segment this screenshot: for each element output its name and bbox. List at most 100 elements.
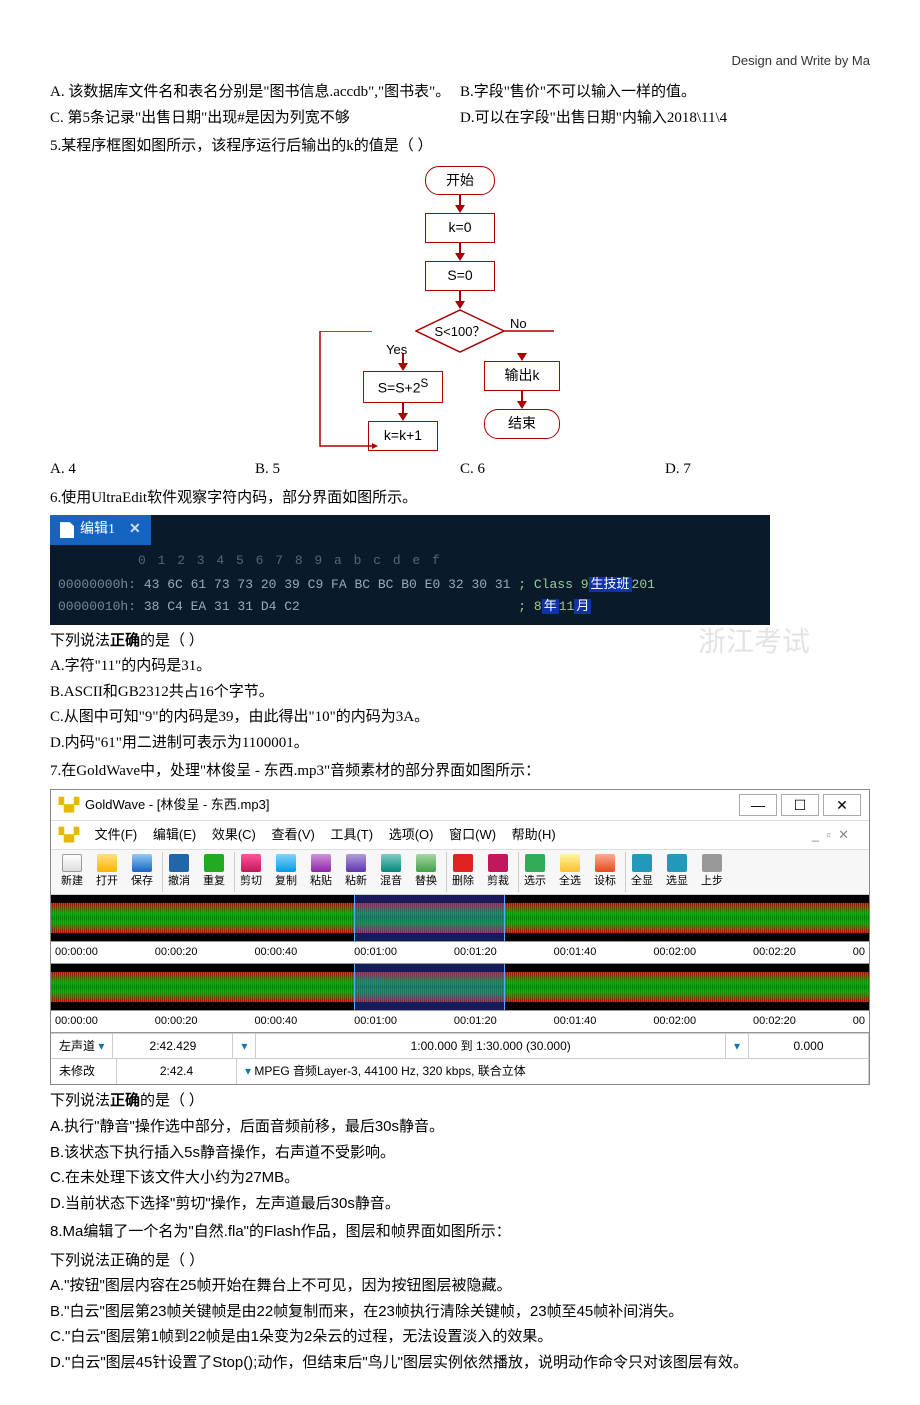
menu-file[interactable]: 文件(F) [95, 827, 138, 842]
q8-a: A."按钮"图层内容在25帧开始在舞台上不可见，因为按钮图层被隐藏。 [50, 1273, 870, 1299]
tb-zf[interactable]: 全显 [625, 852, 659, 893]
waveform-left[interactable] [51, 895, 869, 941]
q5-b: B. 5 [255, 457, 460, 483]
q4-options-2: C. 第5条记录"出售日期"出现#是因为列宽不够 D.可以在字段"出售日期"内输… [50, 106, 870, 132]
tb-rep[interactable]: 替换 [409, 852, 443, 893]
menu-fx[interactable]: 效果(C) [212, 827, 256, 842]
select-all-icon [560, 854, 580, 872]
close-button[interactable]: ✕ [823, 794, 861, 816]
zoom-prev-icon [702, 854, 722, 872]
q7-a: A.执行"静音"操作选中部分，后面音频前移，最后30s静音。 [50, 1114, 870, 1140]
timeline-1: 00:00:0000:00:2000:00:4000:01:0000:01:20… [51, 941, 869, 964]
goldwave-window: ▚▞ GoldWave - [林俊呈 - 东西.mp3] — ☐ ✕ ▚▞ 文件… [50, 789, 870, 1085]
zoom-full-icon [632, 854, 652, 872]
ue-line-1: 00000000h: 43 6C 61 73 73 20 39 C9 FA BC… [50, 574, 770, 596]
q6-c: C.从图中可知"9"的内码是39，由此得出"10"的内码为3A。 [50, 705, 870, 731]
q8-stem: 8.Ma编辑了一个名为"自然.fla"的Flash作品，图层和帧界面如图所示： [50, 1219, 870, 1245]
goldwave-icon: ▚▞ [59, 827, 79, 842]
page-header: Design and Write by Ma [50, 50, 870, 72]
q5-a: A. 4 [50, 457, 255, 483]
fc-out: 输出k [484, 361, 560, 391]
menu-win[interactable]: 窗口(W) [449, 827, 496, 842]
tb-pnew[interactable]: 粘新 [339, 852, 373, 893]
q8-d: D."白云"图层45针设置了Stop();动作，但结束后"鸟儿"图层实例依然播放… [50, 1350, 870, 1376]
waveform-right[interactable] [51, 964, 869, 1010]
goldwave-icon: ▚▞ [59, 794, 79, 816]
fc-k0: k=0 [425, 213, 495, 243]
ue-ruler: 0 1 2 3 4 5 6 7 8 9 a b c d e f [50, 546, 770, 574]
fc-end: 结束 [484, 409, 560, 439]
tb-all[interactable]: 全选 [553, 852, 587, 893]
q7-b: B.该状态下执行插入5s静音操作，右声道不受影响。 [50, 1140, 870, 1166]
opt-d: D.可以在字段"出售日期"内输入2018\11\4 [460, 106, 870, 132]
save-icon [132, 854, 152, 872]
delete-icon [453, 854, 473, 872]
q6-d: D.内码"61"用二进制可表示为1100001。 [50, 731, 870, 757]
undo-icon [169, 854, 189, 872]
marker-icon [595, 854, 615, 872]
menu-tool[interactable]: 工具(T) [330, 827, 373, 842]
menu-view[interactable]: 查看(V) [272, 827, 315, 842]
q7-stem: 7.在GoldWave中，处理"林俊呈 - 东西.mp3"音频素材的部分界面如图… [50, 759, 870, 785]
flowchart: 开始 k=0 S=0 S<100？ No Yes S=S+2S k=k+1 输出… [320, 166, 600, 452]
q5-c: C. 6 [460, 457, 665, 483]
gw-titlebar: ▚▞ GoldWave - [林俊呈 - 东西.mp3] — ☐ ✕ [51, 790, 869, 821]
menu-help[interactable]: 帮助(H) [512, 827, 556, 842]
tb-open[interactable]: 打开 [90, 852, 124, 893]
opt-c: C. 第5条记录"出售日期"出现#是因为列宽不够 [50, 106, 460, 132]
cut-icon [241, 854, 261, 872]
opt-b: B.字段"售价"不可以输入一样的值。 [460, 80, 870, 106]
q6-stem: 6.使用UltraEdit软件观察字符内码，部分界面如图所示。 [50, 486, 870, 512]
file-icon [60, 522, 74, 538]
tb-cut[interactable]: 剪切 [234, 852, 268, 893]
opt-a: A. 该数据库文件名和表名分别是"图书信息.accdb","图书表"。 [50, 80, 460, 106]
timeline-2: 00:00:0000:00:2000:00:4000:01:0000:01:20… [51, 1010, 869, 1033]
open-icon [97, 854, 117, 872]
paste-new-icon [346, 854, 366, 872]
trim-icon [488, 854, 508, 872]
q5-options: A. 4 B. 5 C. 6 D. 7 [50, 457, 870, 483]
gw-menubar: ▚▞ 文件(F) 编辑(E) 效果(C) 查看(V) 工具(T) 选项(O) 窗… [51, 821, 869, 850]
tb-trim[interactable]: 剪裁 [481, 852, 515, 893]
q8-b: B."白云"图层第23帧关键帧是由22帧复制而来，在23帧执行清除关键帧，23帧… [50, 1299, 870, 1325]
tb-del[interactable]: 删除 [446, 852, 480, 893]
q7-d: D.当前状态下选择"剪切"操作，左声道最后30s静音。 [50, 1191, 870, 1217]
tb-redo[interactable]: 重复 [197, 852, 231, 893]
menu-opt[interactable]: 选项(O) [389, 827, 434, 842]
q7-lead: 下列说法正确的是（ ） [50, 1089, 870, 1115]
select-view-icon [525, 854, 545, 872]
q5-d: D. 7 [665, 457, 870, 483]
tb-paste[interactable]: 粘贴 [304, 852, 338, 893]
new-icon [62, 854, 82, 872]
tb-mix[interactable]: 混音 [374, 852, 408, 893]
tb-copy[interactable]: 复制 [269, 852, 303, 893]
tb-undo[interactable]: 撤消 [162, 852, 196, 893]
ue-tab[interactable]: 编辑1✕ [50, 515, 151, 545]
paste-icon [311, 854, 331, 872]
watermark: 浙江考试 [698, 619, 810, 667]
redo-icon [204, 854, 224, 872]
q5-stem: 5.某程序框图如图所示，该程序运行后输出的k的值是（ ） [50, 134, 870, 160]
q8-lead: 下列说法正确的是（ ） [50, 1248, 870, 1274]
gw-status-2: 未修改 2:42.4 ▾ MPEG 音频Layer-3, 44100 Hz, 3… [51, 1058, 869, 1083]
fc-s0: S=0 [425, 261, 495, 291]
mix-icon [381, 854, 401, 872]
fc-cond: S<100？ [415, 309, 505, 353]
gw-status-1: 左声道 ▾ 2:42.429 ▾ 1:00.000 到 1:30.000 (30… [51, 1033, 869, 1058]
q8-c: C."白云"图层第1帧到22帧是由1朵变为2朵云的过程，无法设置淡入的效果。 [50, 1324, 870, 1350]
tb-zs[interactable]: 选显 [660, 852, 694, 893]
tb-sel[interactable]: 选示 [518, 852, 552, 893]
minimize-button[interactable]: — [739, 794, 777, 816]
gw-toolbar: 新建 打开 保存 撤消 重复 剪切 复制 粘贴 粘新 混音 替换 删除 剪裁 选… [51, 850, 869, 896]
tb-zp[interactable]: 上步 [695, 852, 729, 893]
close-icon[interactable]: ✕ [129, 518, 141, 542]
menu-edit[interactable]: 编辑(E) [153, 827, 196, 842]
maximize-button[interactable]: ☐ [781, 794, 819, 816]
tb-save[interactable]: 保存 [125, 852, 159, 893]
tb-new[interactable]: 新建 [55, 852, 89, 893]
zoom-sel-icon [667, 854, 687, 872]
copy-icon [276, 854, 296, 872]
q6-b: B.ASCII和GB2312共占16个字节。 [50, 680, 870, 706]
replace-icon [416, 854, 436, 872]
tb-mark[interactable]: 设标 [588, 852, 622, 893]
